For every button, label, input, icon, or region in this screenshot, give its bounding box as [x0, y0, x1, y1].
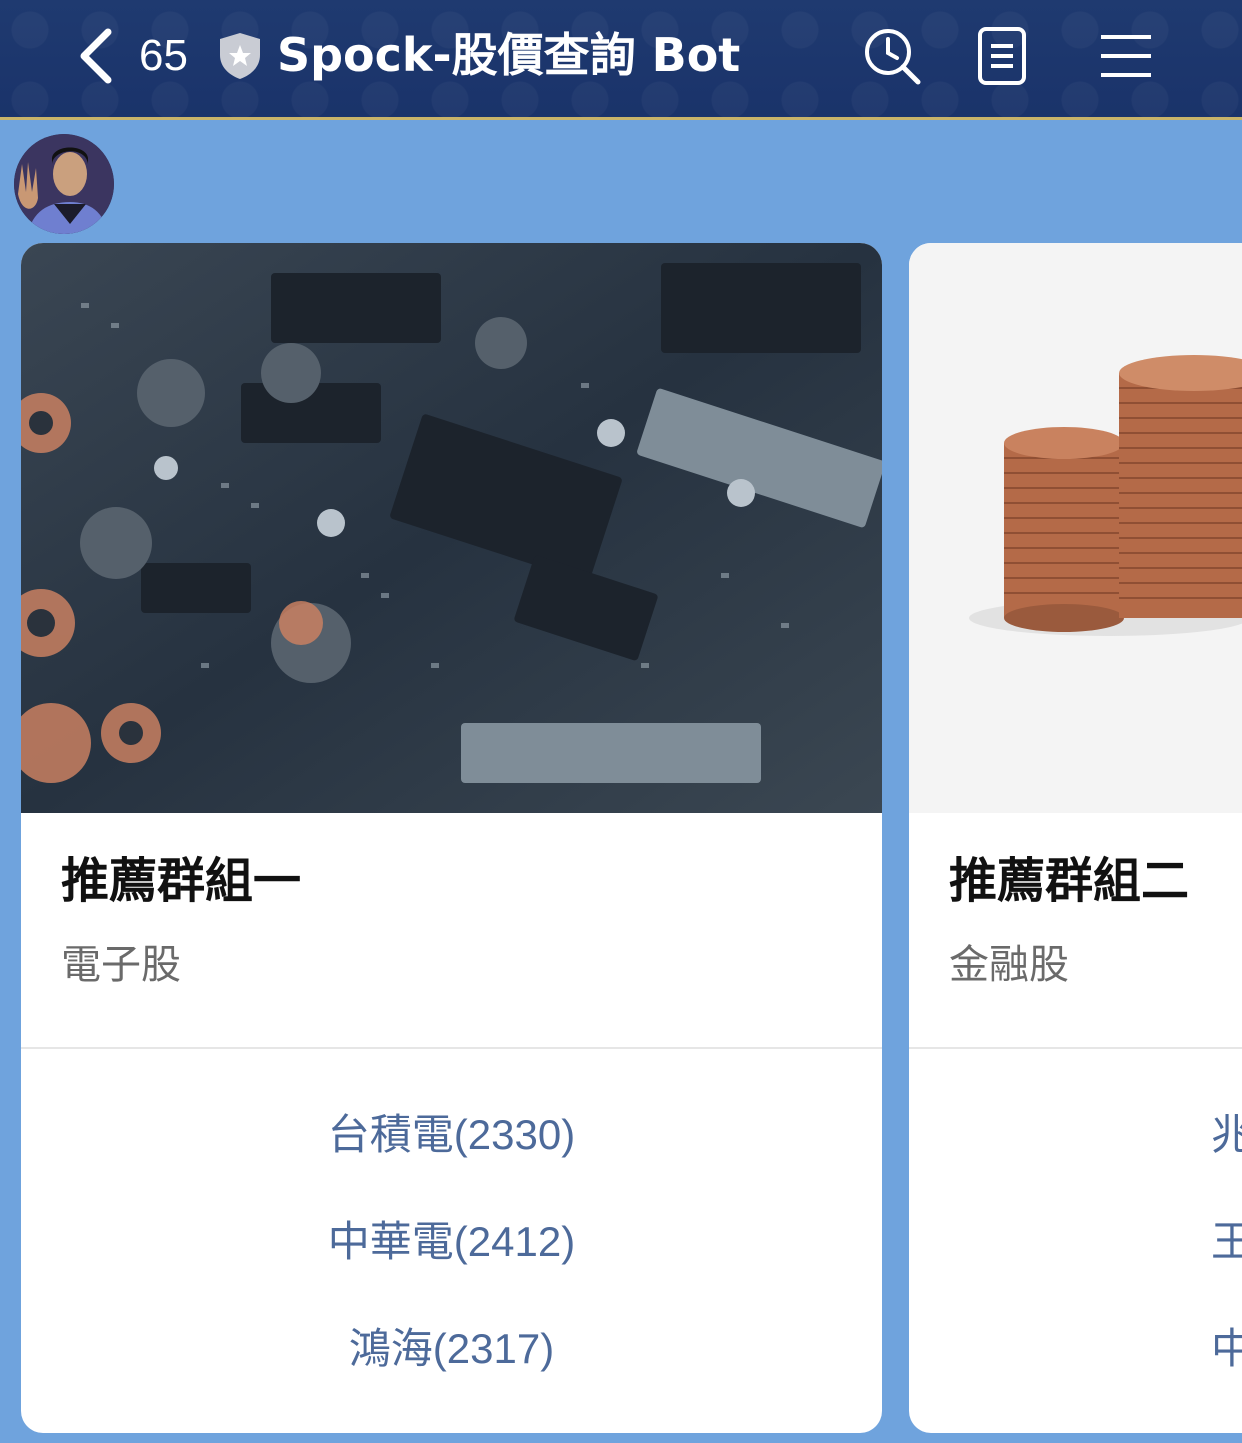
stock-button[interactable]: 中 — [1211, 1309, 1242, 1389]
spock-avatar-image — [14, 134, 114, 234]
notes-button[interactable] — [970, 24, 1034, 88]
card-divider — [909, 1047, 1242, 1049]
bot-avatar[interactable] — [14, 134, 114, 234]
card-title: 推薦群組一 — [61, 853, 302, 909]
chat-title: Spock-股價查詢 Bot — [277, 28, 741, 82]
notes-icon — [978, 27, 1026, 85]
back-button[interactable] — [72, 26, 120, 86]
card-divider — [21, 1047, 882, 1049]
verified-shield-icon — [220, 33, 260, 79]
coin-stacks-image — [909, 243, 1242, 813]
circuit-board-image — [21, 243, 882, 813]
unread-count: 65 — [139, 31, 188, 80]
back-chevron-icon — [80, 28, 112, 84]
card-title: 推薦群組二 — [949, 853, 1190, 909]
carousel-card: 推薦群組二 金融股 兆 王 中 — [909, 243, 1242, 1433]
search-history-button[interactable] — [860, 24, 924, 88]
stock-button[interactable]: 王 — [1211, 1202, 1242, 1282]
stock-button[interactable]: 中華電(2412) — [21, 1202, 882, 1282]
menu-icon — [1101, 35, 1151, 77]
stock-button[interactable]: 台積電(2330) — [21, 1095, 882, 1175]
card-subtitle: 金融股 — [949, 942, 1069, 988]
menu-button[interactable] — [1093, 24, 1157, 88]
clock-search-icon — [865, 29, 921, 85]
carousel-card: 推薦群組一 電子股 台積電(2330) 中華電(2412) 鴻海(2317) — [21, 243, 882, 1433]
card-subtitle: 電子股 — [61, 942, 181, 988]
chat-header: 65 Spock-股價查詢 Bot — [0, 0, 1242, 120]
stock-button[interactable]: 兆 — [1211, 1095, 1242, 1175]
stock-button[interactable]: 鴻海(2317) — [21, 1309, 882, 1389]
